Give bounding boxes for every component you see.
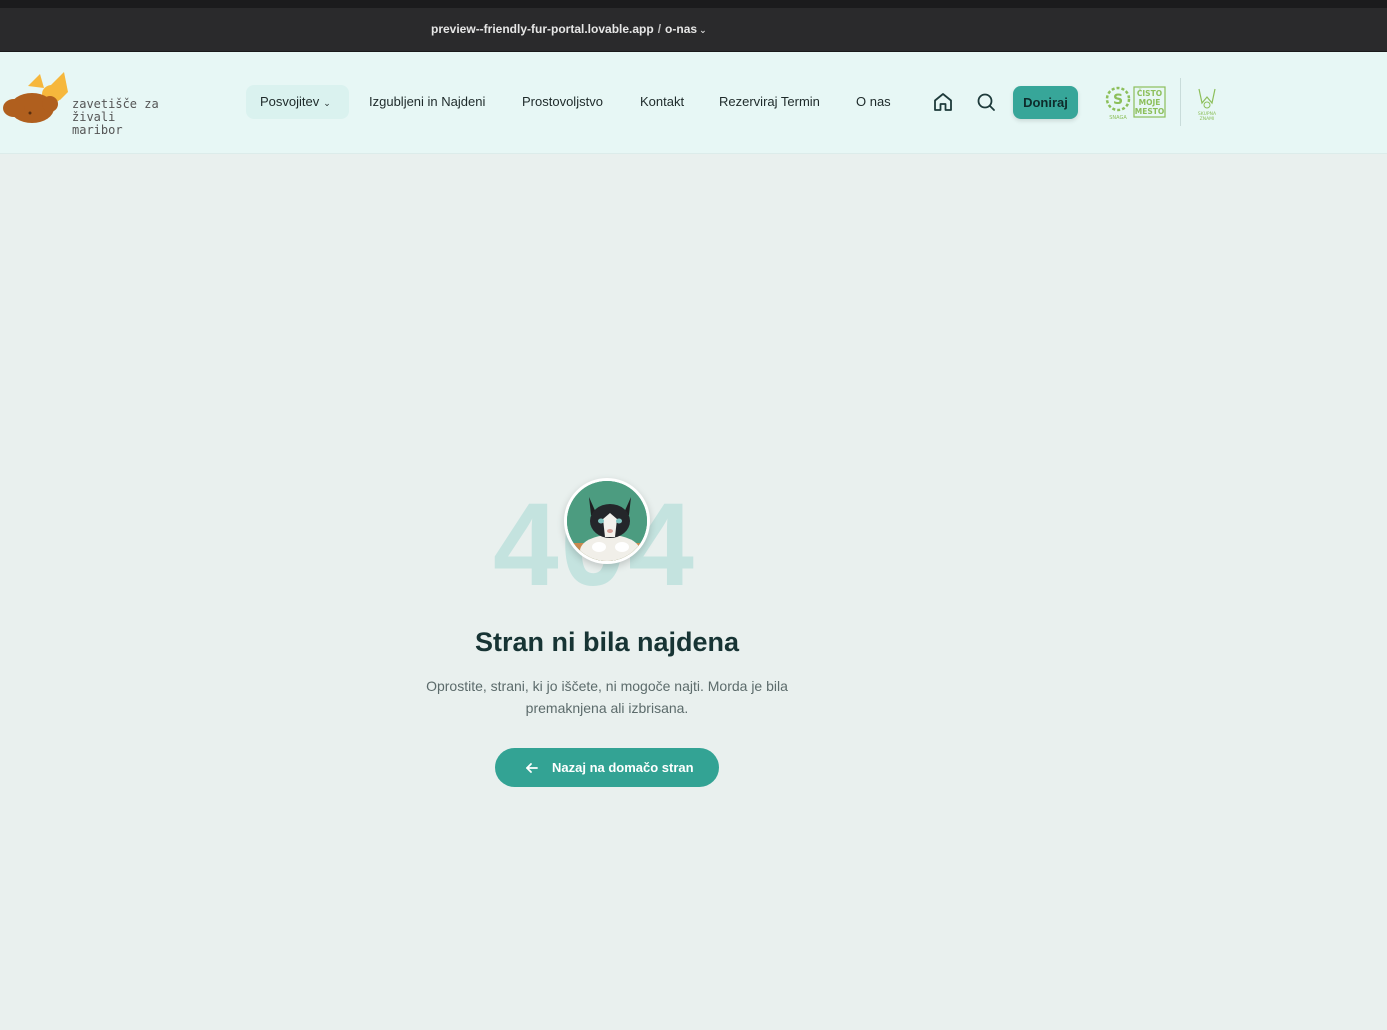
partner-divider — [1180, 78, 1181, 126]
search-icon[interactable] — [974, 90, 998, 114]
partner-line-2: MOJE — [1139, 98, 1161, 107]
partner-logo-2[interactable]: SKUPNA ZNAMI — [1192, 85, 1222, 122]
nav-item-izgubljeni[interactable]: Izgubljeni in Najdeni — [369, 85, 485, 119]
error-description: Oprostite, strani, ki jo iščete, ni mogo… — [426, 678, 788, 716]
partner-snaga-label: SNAGA — [1109, 115, 1127, 121]
nav-item-kontakt[interactable]: Kontakt — [640, 85, 684, 119]
url-path: o-nas — [665, 22, 698, 36]
site-header: zavetišče za živali maribor Posvojitev ⌄ … — [0, 52, 1387, 154]
nav-label: Posvojitev — [260, 94, 320, 109]
nav-item-o-nas[interactable]: O nas — [856, 85, 891, 119]
partner-logo-snaga[interactable]: S SNAGA ČISTO MOJE MESTO — [1104, 85, 1168, 121]
site-logo[interactable]: zavetišče za živali maribor — [0, 70, 190, 137]
svg-text:S: S — [1113, 92, 1123, 108]
nav-item-rezerviraj[interactable]: Rezerviraj Termin — [719, 85, 820, 119]
arrow-left-icon — [526, 763, 538, 773]
donate-button[interactable]: Doniraj — [1013, 86, 1078, 119]
svg-text:ZNAMI: ZNAMI — [1200, 116, 1215, 121]
url-host: preview--friendly-fur-portal.lovable.app — [431, 22, 654, 36]
browser-url-bar[interactable]: preview--friendly-fur-portal.lovable.app… — [0, 8, 1387, 52]
partner-line-3: MESTO — [1135, 107, 1164, 116]
chevron-down-icon[interactable]: ⌄ — [699, 25, 707, 35]
paw-logo-icon — [3, 72, 68, 123]
nav-item-prostovoljstvo[interactable]: Prostovoljstvo — [522, 85, 603, 119]
error-title: Stran ni bila najdena — [474, 627, 740, 657]
url-text[interactable]: preview--friendly-fur-portal.lovable.app… — [431, 22, 707, 36]
partner-line-1: ČISTO — [1137, 89, 1162, 98]
logo-text: zavetišče za živali maribor — [72, 98, 190, 137]
cat-avatar — [564, 478, 650, 564]
logo-line-2: maribor — [72, 123, 123, 137]
home-icon[interactable] — [931, 90, 955, 114]
chevron-down-icon: ⌄ — [323, 98, 331, 108]
nav-item-posvojitev[interactable]: Posvojitev ⌄ — [246, 85, 349, 119]
browser-top-strip — [0, 0, 1387, 8]
logo-line-1: zavetišče za živali — [72, 97, 159, 124]
url-separator: / — [657, 22, 662, 36]
back-home-button[interactable]: Nazaj na domačo stran — [495, 748, 719, 787]
back-home-label: Nazaj na domačo stran — [552, 760, 694, 775]
